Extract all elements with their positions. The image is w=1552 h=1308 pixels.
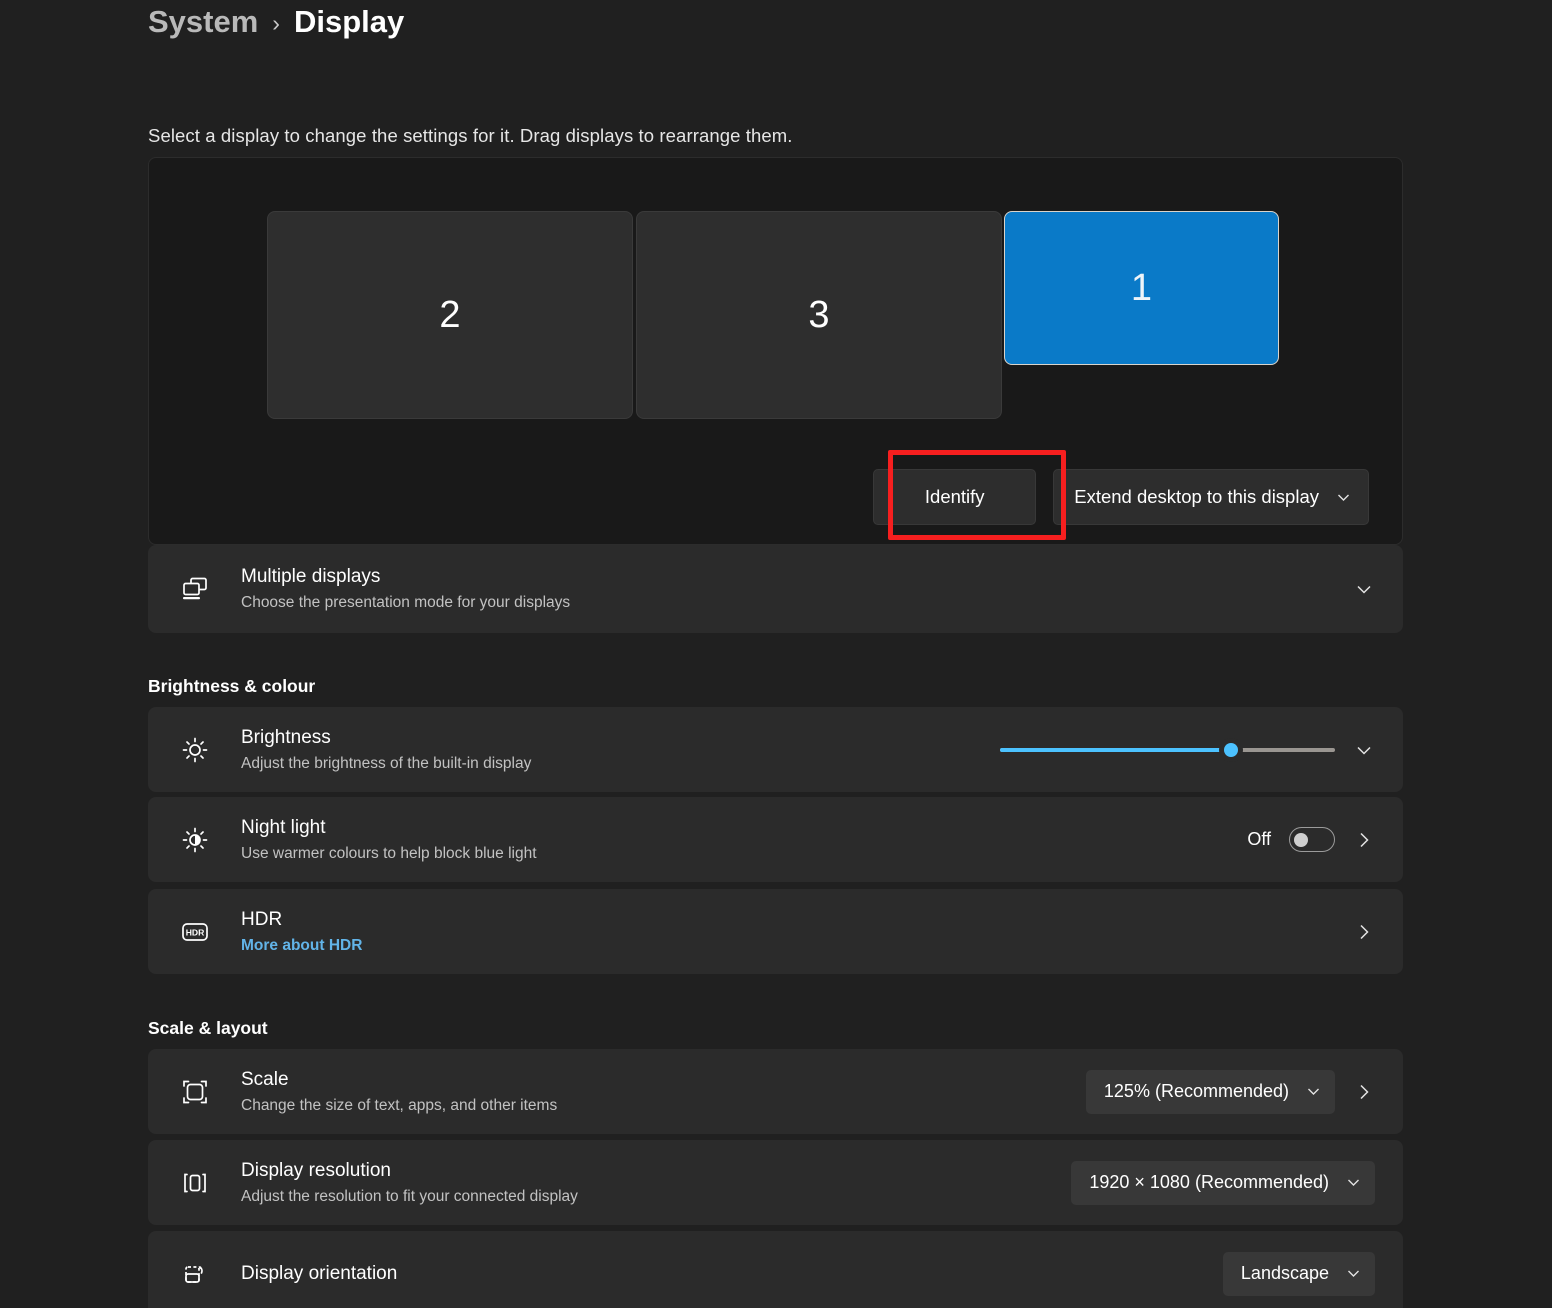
monitor-tile-3[interactable]: 3 <box>636 211 1002 419</box>
night-light-row[interactable]: Night light Use warmer colours to help b… <box>148 797 1403 882</box>
scale-value: 125% (Recommended) <box>1103 1081 1289 1101</box>
identify-button-label: Identify <box>924 486 985 507</box>
chevron-down-icon <box>1345 1174 1362 1191</box>
display-resolution-row[interactable]: Display resolution Adjust the resolution… <box>148 1140 1403 1225</box>
more-about-hdr-link[interactable]: More about HDR <box>241 936 362 955</box>
hdr-row[interactable]: HDR HDR More about HDR <box>148 889 1403 974</box>
arrangement-actions: Identify Extend desktop to this display <box>873 469 1369 525</box>
multiple-displays-title: Multiple displays <box>241 566 381 588</box>
slider-fill <box>1000 747 1232 752</box>
display-settings-page: System › Display Select a display to cha… <box>0 0 1552 1308</box>
display-arrangement-panel[interactable]: 2 3 1 Identify Extend desktop to this di… <box>148 157 1403 545</box>
brightness-subtitle: Adjust the brightness of the built-in di… <box>241 754 532 772</box>
scale-subtitle: Change the size of text, apps, and other… <box>241 1096 558 1114</box>
scale-icon <box>174 1071 216 1113</box>
slider-thumb[interactable] <box>1219 737 1244 762</box>
multiple-displays-subtitle: Choose the presentation mode for your di… <box>241 594 571 612</box>
chevron-right-icon[interactable] <box>1353 829 1375 851</box>
display-orientation-row[interactable]: Display orientation Landscape <box>148 1231 1403 1308</box>
night-light-subtitle: Use warmer colours to help block blue li… <box>241 844 537 862</box>
page-title: Display <box>293 4 405 39</box>
display-resolution-dropdown[interactable]: 1920 × 1080 (Recommended) <box>1071 1160 1375 1205</box>
breadcrumb-system-link[interactable]: System <box>148 4 258 40</box>
scale-title: Scale <box>241 1068 289 1090</box>
monitor-tile-label: 2 <box>439 293 461 336</box>
chevron-down-icon <box>1305 1083 1322 1100</box>
chevron-down-icon[interactable] <box>1353 578 1375 600</box>
night-light-state-label: Off <box>1247 829 1271 849</box>
svg-text:HDR: HDR <box>186 927 205 937</box>
breadcrumb: System › Display <box>148 4 404 40</box>
breadcrumb-separator-icon: › <box>272 9 280 36</box>
brightness-title: Brightness <box>241 726 331 748</box>
orientation-icon <box>174 1253 216 1295</box>
brightness-row[interactable]: Brightness Adjust the brightness of the … <box>148 707 1403 792</box>
chevron-down-icon[interactable] <box>1353 739 1375 761</box>
hdr-icon: HDR <box>174 911 216 953</box>
resolution-icon <box>174 1162 216 1204</box>
section-heading-scale-layout: Scale & layout <box>148 1018 268 1038</box>
monitor-tile-2[interactable]: 2 <box>267 211 633 419</box>
display-resolution-title: Display resolution <box>241 1159 391 1181</box>
chevron-down-icon <box>1335 489 1352 506</box>
multiple-displays-row[interactable]: Multiple displays Choose the presentatio… <box>148 545 1403 633</box>
multiple-displays-icon <box>174 568 216 610</box>
display-orientation-title: Display orientation <box>241 1262 398 1284</box>
night-light-toggle[interactable] <box>1289 827 1335 852</box>
display-mode-value: Extend desktop to this display <box>1074 486 1319 507</box>
monitor-tile-1-selected[interactable]: 1 <box>1004 211 1279 365</box>
display-resolution-value: 1920 × 1080 (Recommended) <box>1089 1172 1329 1192</box>
scale-row[interactable]: Scale Change the size of text, apps, and… <box>148 1049 1403 1134</box>
monitor-tile-label: 3 <box>808 293 830 336</box>
identify-button[interactable]: Identify <box>873 469 1037 525</box>
section-heading-brightness-colour: Brightness & colour <box>148 676 316 696</box>
night-light-title: Night light <box>241 816 326 838</box>
chevron-down-icon <box>1345 1265 1362 1282</box>
chevron-right-icon[interactable] <box>1353 1081 1375 1103</box>
hdr-title: HDR <box>241 908 283 930</box>
scale-dropdown[interactable]: 125% (Recommended) <box>1085 1069 1335 1114</box>
brightness-slider[interactable] <box>1000 737 1335 763</box>
display-orientation-dropdown[interactable]: Landscape <box>1222 1251 1375 1296</box>
brightness-sun-icon <box>174 729 216 771</box>
display-mode-dropdown[interactable]: Extend desktop to this display <box>1053 469 1369 525</box>
display-resolution-subtitle: Adjust the resolution to fit your connec… <box>241 1187 578 1205</box>
night-light-icon <box>174 819 216 861</box>
intro-text: Select a display to change the settings … <box>148 125 793 146</box>
chevron-right-icon[interactable] <box>1353 921 1375 943</box>
display-orientation-value: Landscape <box>1240 1263 1329 1283</box>
monitor-tile-label: 1 <box>1130 266 1153 309</box>
